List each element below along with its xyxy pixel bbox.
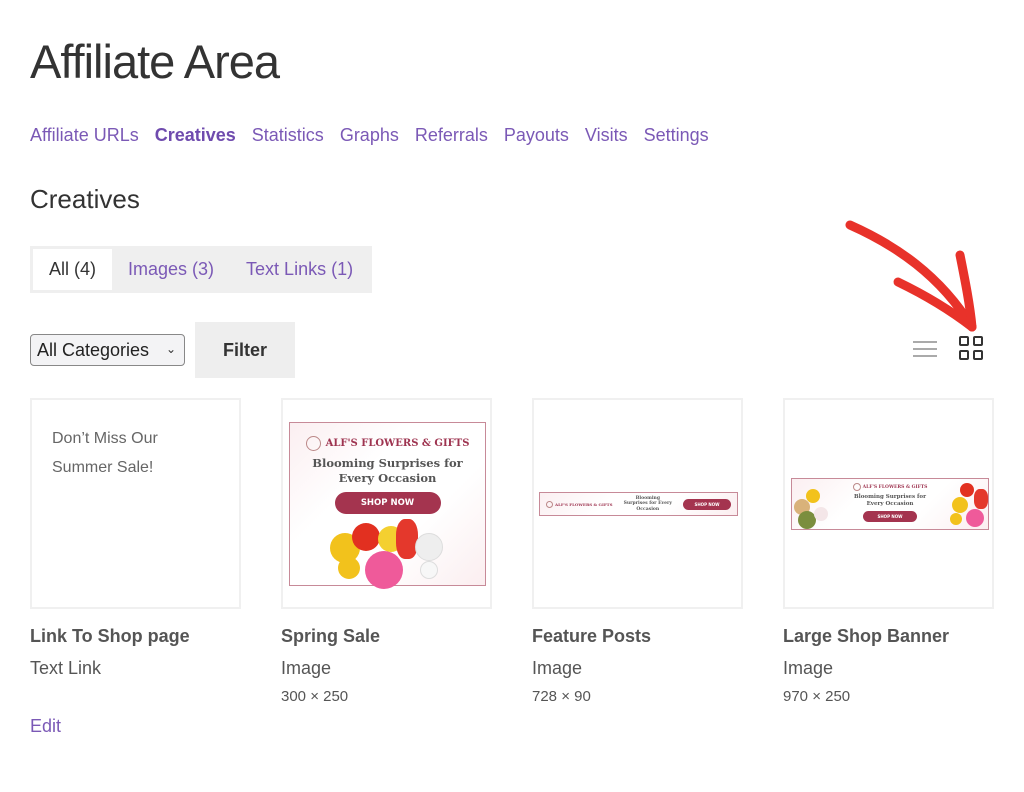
nav-affiliate-urls[interactable]: Affiliate URLs: [30, 125, 139, 146]
creative-type: Image: [532, 658, 583, 678]
creative-dimensions: 300 × 250: [281, 688, 349, 705]
brand-text: ALF'S FLOWERS & GIFTS: [555, 501, 613, 507]
creative-card: ALF'S FLOWERS & GIFTS Blooming Surprises…: [532, 398, 743, 705]
list-view-icon[interactable]: [913, 341, 937, 357]
banner-headline: Blooming Surprises for Every Occasion: [290, 456, 485, 486]
nav-statistics[interactable]: Statistics: [252, 125, 324, 146]
category-select-value: All Categories: [37, 339, 150, 360]
chevron-down-icon: ⌄: [165, 342, 176, 356]
creative-card: Don’t Miss Our Summer Sale! Link To Shop…: [30, 398, 241, 736]
logo-icon: [852, 483, 861, 491]
tab-text-links[interactable]: Text Links (1): [230, 249, 369, 290]
creative-card: ALF'S FLOWERS & GIFTS Blooming Surprises…: [281, 398, 492, 705]
tab-images[interactable]: Images (3): [112, 249, 230, 290]
shop-now-button: SHOP NOW: [683, 498, 731, 510]
creative-dimensions: 970 × 250: [783, 688, 851, 705]
creative-name: Feature Posts: [532, 626, 652, 646]
edit-link[interactable]: Edit: [30, 716, 61, 737]
creative-type: Text Link: [30, 658, 102, 678]
headline-line: Occasion: [636, 506, 660, 512]
creative-type: Image: [281, 658, 332, 678]
category-select[interactable]: All Categories ⌄: [30, 334, 185, 366]
headline-line: Surprises for Every: [623, 501, 672, 507]
banner-image: ALF'S FLOWERS & GIFTS Blooming Surprises…: [289, 422, 486, 589]
banner-brand: ALF'S FLOWERS & GIFTS: [290, 436, 485, 451]
creative-card: ALF'S FLOWERS & GIFTS Blooming Surprises…: [783, 398, 994, 705]
creative-name: Large Shop Banner: [783, 626, 950, 646]
nav-settings[interactable]: Settings: [644, 125, 709, 146]
logo-icon: [546, 500, 553, 508]
affiliate-nav: Affiliate URLs Creatives Statistics Grap…: [30, 125, 725, 146]
headline-line: Every Occasion: [338, 471, 437, 485]
shop-now-button: SHOP NOW: [863, 511, 917, 522]
logo-icon: [305, 436, 321, 451]
nav-creatives[interactable]: Creatives: [155, 125, 236, 146]
nav-referrals[interactable]: Referrals: [415, 125, 488, 146]
creative-type-tabs: All (4) Images (3) Text Links (1): [30, 246, 373, 293]
banner-image: ALF'S FLOWERS & GIFTS Blooming Surprises…: [791, 478, 989, 530]
shop-now-button: SHOP NOW: [334, 492, 441, 514]
tab-all[interactable]: All (4): [33, 249, 113, 290]
creative-name: Link To Shop page: [30, 626, 190, 646]
brand-text: ALF'S FLOWERS & GIFTS: [862, 484, 928, 490]
grid-view-icon[interactable]: [959, 336, 985, 362]
page-title: Affiliate Area: [30, 35, 280, 88]
preview-line: Summer Sale!: [52, 459, 154, 476]
section-title: Creatives: [30, 184, 140, 214]
creative-preview[interactable]: ALF'S FLOWERS & GIFTS Blooming Surprises…: [532, 398, 743, 609]
creative-preview[interactable]: Don’t Miss Our Summer Sale!: [30, 398, 241, 609]
filter-button[interactable]: Filter: [195, 322, 295, 378]
banner-brand: ALF'S FLOWERS & GIFTS: [546, 500, 613, 508]
banner-image: ALF'S FLOWERS & GIFTS Blooming Surprises…: [539, 492, 738, 516]
creative-type: Image: [783, 658, 834, 678]
banner-brand: ALF'S FLOWERS & GIFTS: [792, 483, 988, 491]
creative-name: Spring Sale: [281, 626, 381, 646]
brand-text: ALF'S FLOWERS & GIFTS: [325, 438, 470, 449]
annotation-arrow-icon: [845, 220, 977, 332]
creative-preview[interactable]: ALF'S FLOWERS & GIFTS Blooming Surprises…: [783, 398, 994, 609]
nav-payouts[interactable]: Payouts: [504, 125, 569, 146]
banner-headline: Blooming Surprises for Every Occasion: [624, 496, 672, 513]
nav-graphs[interactable]: Graphs: [340, 125, 399, 146]
headline-line: Blooming Surprises for: [312, 456, 463, 470]
preview-line: Don’t Miss Our: [52, 430, 158, 447]
text-link-preview: Don’t Miss Our Summer Sale!: [52, 424, 158, 482]
creative-preview[interactable]: ALF'S FLOWERS & GIFTS Blooming Surprises…: [281, 398, 492, 609]
nav-visits[interactable]: Visits: [585, 125, 628, 146]
creative-dimensions: 728 × 90: [532, 688, 591, 705]
